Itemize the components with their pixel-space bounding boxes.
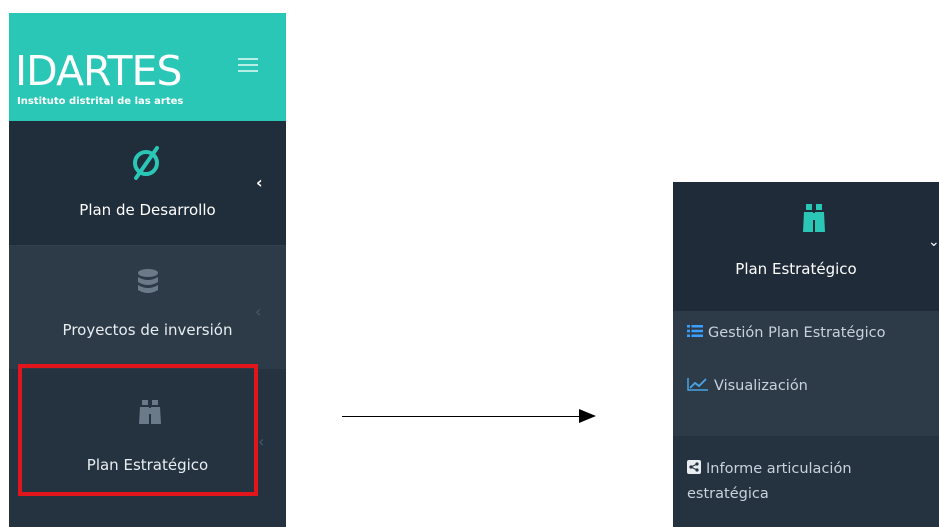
informe-line-1: Informe articulación	[687, 460, 852, 478]
strategy-loop-icon	[127, 143, 167, 187]
menu-item-label: Informe articulación	[706, 461, 852, 477]
arrow-line	[342, 416, 580, 417]
highlight-box	[18, 364, 258, 496]
expanded-menu-panel: Plan Estratégico ⌄ Gestión Plan Estratég…	[673, 182, 939, 527]
submenu-item-visualizacion[interactable]: Visualización	[687, 377, 808, 399]
arrow-head-icon	[579, 409, 596, 423]
brand-tagline: Instituto distrital de las artes	[17, 96, 184, 107]
chevron-left-icon: ‹	[256, 173, 263, 192]
share-square-icon	[687, 460, 701, 478]
submenu: Gestión Plan Estratégico Visualización	[673, 311, 939, 436]
hamburger-menu-icon[interactable]	[238, 58, 258, 72]
menu-item-plan-estrategico[interactable]: Plan Estratégico ⌄	[673, 182, 939, 311]
menu-item-informe-articulacion[interactable]: Informe articulación estratégica	[673, 436, 939, 527]
sidebar-item-plan-desarrollo[interactable]: Plan de Desarrollo ‹	[9, 121, 286, 245]
list-icon	[687, 325, 703, 341]
submenu-item-gestion[interactable]: Gestión Plan Estratégico	[687, 325, 885, 347]
sidebar-item-label: Proyectos de inversión	[62, 321, 233, 339]
binoculars-icon	[803, 204, 825, 236]
brand-name: IDARTES	[15, 47, 182, 95]
submenu-item-label: Gestión Plan Estratégico	[708, 325, 886, 341]
chevron-left-icon: ‹	[255, 302, 262, 321]
sidebar-item-label: Plan de Desarrollo	[79, 201, 216, 219]
menu-item-label-line-2: estratégica	[687, 486, 769, 502]
sidebar-item-proyectos-inversion[interactable]: Proyectos de inversión ‹	[9, 246, 286, 369]
chevron-left-icon: ‹	[258, 432, 265, 451]
database-icon	[137, 269, 159, 301]
chevron-down-icon: ⌄	[928, 234, 939, 250]
chart-line-icon	[687, 377, 709, 395]
brand-header: IDARTES Instituto distrital de las artes	[9, 13, 286, 121]
menu-item-label: Plan Estratégico	[735, 260, 857, 278]
submenu-item-label: Visualización	[714, 378, 808, 394]
